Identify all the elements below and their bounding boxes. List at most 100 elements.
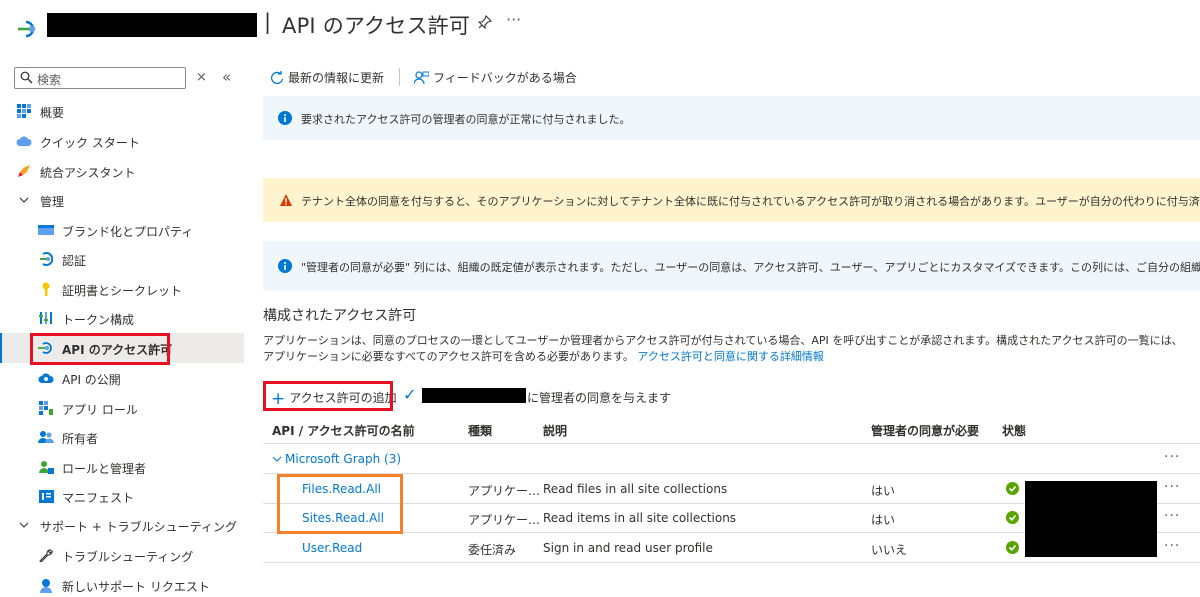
col-header-name: API / アクセス許可の名前 <box>272 424 415 438</box>
sidebar-group-manage[interactable]: 管理 <box>0 185 244 215</box>
info-icon <box>278 259 292 273</box>
grant-consent-button[interactable]: に管理者の同意を与えます <box>527 389 671 406</box>
row-divider <box>263 473 1200 474</box>
sidebar-group-label: 管理 <box>40 195 65 209</box>
sidebar-item-certificates[interactable]: 証明書とシークレット <box>0 274 244 304</box>
sidebar-item-label: 概要 <box>40 106 65 120</box>
pin-icon[interactable] <box>478 15 492 29</box>
sidebar-item-label: API の公開 <box>62 373 121 387</box>
group-more-icon[interactable]: ··· <box>1164 449 1180 465</box>
redacted-app-name <box>47 13 257 37</box>
table-header-divider <box>263 443 1200 444</box>
sidebar-group-support[interactable]: サポート + トラブルシューティング <box>0 510 244 540</box>
permission-name-link[interactable]: User.Read <box>302 541 362 555</box>
permission-type: 委任済み <box>468 543 517 557</box>
refresh-button[interactable]: 最新の情報に更新 <box>270 69 384 86</box>
sidebar-item-new-support-request[interactable]: 新しいサポート リクエスト <box>0 570 244 597</box>
sidebar-item-app-roles[interactable]: アプリ ロール <box>0 393 244 423</box>
sidebar-item-manifest[interactable]: マニフェスト <box>0 481 244 511</box>
row-more-icon[interactable]: ··· <box>1164 508 1180 524</box>
sidebar-item-branding[interactable]: ブランド化とプロパティ <box>0 215 244 245</box>
success-message: 要求されたアクセス許可の管理者の同意が正常に付与されました。 <box>301 113 631 126</box>
feedback-button[interactable]: フィードバックがある場合 <box>413 69 577 86</box>
refresh-icon <box>271 71 284 85</box>
info-message: "管理者の同意が必要" 列には、組織の既定値が表示されます。ただし、ユーザーの同… <box>301 261 1200 274</box>
highlight-add-permission <box>263 381 393 411</box>
cloud-icon <box>16 133 32 149</box>
page-header: | API のアクセス許可 ··· <box>0 0 1200 56</box>
info-banner: "管理者の同意が必要" 列には、組織の既定値が表示されます。ただし、ユーザーの同… <box>263 241 1200 291</box>
col-header-description: 説明 <box>543 424 568 438</box>
owners-icon <box>38 429 54 445</box>
sidebar-item-label: トラブルシューティング <box>62 550 194 564</box>
row-more-icon[interactable]: ··· <box>1164 479 1180 495</box>
sidebar-search-input[interactable]: 検索 <box>14 67 186 89</box>
section-title: 構成されたアクセス許可 <box>263 308 417 324</box>
admin-consent-required: はい <box>871 484 896 498</box>
group-label: Microsoft Graph (3) <box>285 452 402 466</box>
sidebar-item-troubleshooting[interactable]: トラブルシューティング <box>0 540 244 570</box>
feedback-label: フィードバックがある場合 <box>433 71 577 85</box>
granted-check-icon <box>1006 511 1019 524</box>
granted-check-icon <box>1006 541 1019 554</box>
highlight-application-permissions <box>277 474 403 534</box>
admin-consent-required: はい <box>871 513 896 527</box>
redacted-tenant-name <box>422 388 526 403</box>
sidebar-item-expose-api[interactable]: API の公開 <box>0 363 244 393</box>
permission-description: Read files in all site collections <box>543 482 728 496</box>
admin-consent-required: いいえ <box>871 543 908 557</box>
info-icon <box>278 111 292 125</box>
cloud-api-icon <box>38 370 54 386</box>
support-icon <box>38 577 54 593</box>
sidebar-item-token-config[interactable]: トークン構成 <box>0 303 244 333</box>
grid-icon <box>16 103 32 119</box>
sidebar-item-label: 認証 <box>62 254 87 268</box>
sidebar-item-roles-admins[interactable]: ロールと管理者 <box>0 452 244 482</box>
chevron-down-icon <box>16 192 32 208</box>
warning-banner: テナント全体の同意を付与すると、そのアプリケーションに対してテナント全体に既に付… <box>263 178 1200 222</box>
col-header-status: 状態 <box>1002 424 1027 438</box>
warning-message: テナント全体の同意を付与すると、そのアプリケーションに対してテナント全体に既に付… <box>301 195 1200 208</box>
col-header-admin-consent: 管理者の同意が必要 <box>871 424 980 438</box>
permission-description: Sign in and read user profile <box>543 541 713 555</box>
chevron-down-icon <box>16 517 32 533</box>
page-title: API のアクセス許可 <box>282 14 471 38</box>
collapse-sidebar-icon[interactable]: « <box>222 68 231 86</box>
permission-description: Read items in all site collections <box>543 511 737 525</box>
app-roles-icon <box>38 400 54 416</box>
search-icon <box>20 71 33 84</box>
highlight-api-permissions <box>30 333 170 365</box>
sidebar-item-label: マニフェスト <box>62 491 135 505</box>
learn-more-link[interactable]: アクセス許可と同意に関する詳細情報 <box>637 350 823 363</box>
sidebar-item-label: トークン構成 <box>62 313 135 327</box>
check-icon[interactable]: ✓ <box>403 385 416 404</box>
rocket-icon <box>16 163 32 179</box>
sidebar-group-label: サポート + トラブルシューティング <box>40 520 237 534</box>
sidebar-item-overview[interactable]: 概要 <box>0 96 244 126</box>
redacted-status-text <box>1025 481 1157 557</box>
clear-search-icon[interactable]: × <box>196 70 207 85</box>
row-divider <box>263 562 1200 563</box>
row-more-icon[interactable]: ··· <box>1164 538 1180 554</box>
search-placeholder: 検索 <box>37 73 62 87</box>
sidebar-item-authentication[interactable]: 認証 <box>0 244 244 274</box>
sidebar-item-label: クイック スタート <box>40 136 140 150</box>
sidebar-item-label: ブランド化とプロパティ <box>62 225 194 239</box>
sidebar-item-label: 所有者 <box>62 432 99 446</box>
manifest-icon <box>38 488 54 504</box>
sidebar-item-label: アプリ ロール <box>62 403 138 417</box>
sidebar-item-label: 統合アシスタント <box>40 166 136 180</box>
permission-type: アプリケー… <box>468 484 541 498</box>
sidebar-item-integration-assistant[interactable]: 統合アシスタント <box>0 156 244 186</box>
feedback-icon <box>413 71 430 85</box>
group-row-microsoft-graph[interactable]: Microsoft Graph (3) <box>272 452 401 466</box>
refresh-label: 最新の情報に更新 <box>288 71 385 85</box>
col-header-type: 種類 <box>468 424 493 438</box>
title-separator: | <box>264 10 272 34</box>
sidebar-item-quickstart[interactable]: クイック スタート <box>0 126 244 156</box>
toolbar-divider <box>399 68 400 86</box>
success-banner: 要求されたアクセス許可の管理者の同意が正常に付与されました。 <box>263 96 1200 140</box>
app-registration-icon <box>18 20 36 38</box>
more-options-icon[interactable]: ··· <box>506 10 521 29</box>
sidebar-item-owners[interactable]: 所有者 <box>0 422 244 452</box>
